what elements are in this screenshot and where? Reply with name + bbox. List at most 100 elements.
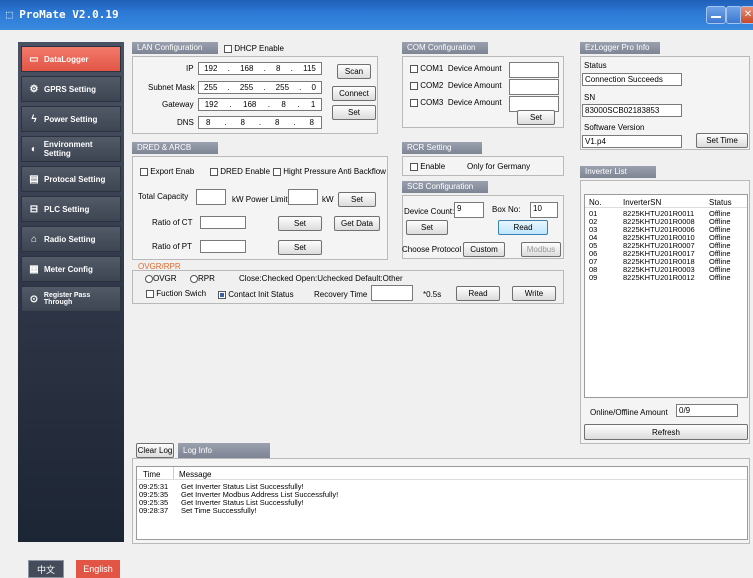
rcr-enable[interactable]: Enable	[410, 162, 445, 171]
gateway-field[interactable]: 192. 168. 8. 1	[198, 98, 322, 111]
ovgr-write-button[interactable]: Write	[512, 286, 556, 301]
ratio-pt-set-button[interactable]: Set	[278, 240, 322, 255]
table-row[interactable]: 08 8225KHTU201R0003 Offline	[585, 265, 747, 274]
contact-init-checkbox[interactable]	[218, 290, 226, 299]
sidebar-item-label: DataLogger	[44, 54, 89, 64]
table-row[interactable]: 04 8225KHTU201R0010 Offline	[585, 233, 747, 242]
get-data-button[interactable]: Get Data	[334, 216, 380, 231]
table-row[interactable]: 09 8225KHTU201R0012 Offline	[585, 273, 747, 282]
scan-button[interactable]: Scan	[337, 64, 371, 79]
box-no-label: Box No:	[492, 205, 521, 214]
fuction-swich-checkbox[interactable]	[146, 289, 154, 298]
log-cell: 09:28:37	[139, 506, 169, 515]
refresh-button[interactable]: Refresh	[584, 424, 748, 440]
clear-log-button[interactable]: Clear Log	[136, 443, 174, 458]
ovgr-radio[interactable]: OVGR	[145, 274, 177, 283]
environment-icon: ◐	[30, 143, 37, 155]
set-time-button[interactable]: Set Time	[696, 133, 748, 148]
status-label: Status	[584, 61, 607, 70]
recovery-time-label: Recovery Time	[314, 290, 368, 299]
sidebar-item-register-pass-through[interactable]: ⊙ Register Pass Through	[21, 286, 121, 312]
com1-row[interactable]: COM1 Device Amount	[410, 64, 502, 73]
power-limit-set-button[interactable]: Set	[338, 192, 376, 207]
sidebar-item-label: GPRS Setting	[44, 84, 97, 94]
table-row[interactable]: 05 8225KHTU201R0007 Offline	[585, 241, 747, 250]
inverter-col-sn: InverterSN	[623, 198, 662, 207]
total-capacity-label: Total Capacity	[138, 192, 189, 201]
log-info-tab[interactable]: Log Info	[178, 443, 270, 458]
ratio-ct-set-button[interactable]: Set	[278, 216, 322, 231]
lan-set-button[interactable]: Set	[332, 105, 376, 120]
ratio-ct-input[interactable]	[200, 216, 246, 229]
close-button[interactable]: ✕	[740, 6, 753, 24]
dhcp-checkbox[interactable]	[224, 44, 232, 53]
sidebar-item-plc-setting[interactable]: ⊟ PLC Setting	[21, 196, 121, 222]
ovgr-radio-circle[interactable]	[145, 274, 153, 283]
com3-checkbox[interactable]	[410, 98, 418, 107]
table-row[interactable]: 03 8225KHTU201R0006 Offline	[585, 225, 747, 234]
connect-button[interactable]: Connect	[332, 86, 376, 101]
sidebar-item-datalogger[interactable]: ▭ DataLogger	[21, 46, 121, 72]
dred-enable[interactable]: DRED Enable	[210, 167, 270, 176]
dns-label: DNS	[177, 118, 194, 127]
ovgr-read-button[interactable]: Read	[456, 286, 500, 301]
table-row[interactable]: 06 8225KHTU201R0017 Offline	[585, 249, 747, 258]
com-set-button[interactable]: Set	[517, 110, 555, 125]
device-amount-label: Device Amount	[447, 98, 502, 107]
log-table: Time Message 09:25:31 Get Inverter Status…	[136, 466, 748, 540]
contact-init-status[interactable]: Contact Init Status	[218, 290, 294, 299]
ip-field[interactable]: 192. 168. 8. 115	[198, 62, 322, 75]
export-enab[interactable]: Export Enab	[140, 167, 194, 176]
com2-checkbox[interactable]	[410, 81, 418, 90]
minimize-button[interactable]	[706, 6, 726, 24]
sidebar-item-label: Environment Setting	[43, 140, 93, 158]
recovery-time-input[interactable]	[371, 285, 413, 301]
log-row: 09:28:37 Set Time Successfully!	[137, 506, 747, 515]
rpr-radio-circle[interactable]	[190, 274, 198, 283]
sidebar-item-radio-setting[interactable]: ⌂ Radio Setting	[21, 226, 121, 252]
log-col-divider	[173, 467, 174, 479]
export-enab-checkbox[interactable]	[140, 167, 148, 176]
log-row: 09:25:35 Get Inverter Modbus Address List…	[137, 490, 747, 499]
device-count-label: Device Count:	[404, 207, 455, 216]
sidebar-item-power-setting[interactable]: ϟ Power Setting	[21, 106, 121, 132]
fuction-swich[interactable]: Fuction Swich	[146, 289, 206, 298]
com2-row[interactable]: COM2 Device Amount	[410, 81, 502, 90]
lang-chinese-button[interactable]: 中文	[28, 560, 64, 578]
rpr-radio[interactable]: RPR	[190, 274, 215, 283]
anti-backflow-checkbox[interactable]	[273, 167, 281, 176]
rcr-note: Only for Germany	[467, 162, 531, 171]
com3-row[interactable]: COM3 Device Amount	[410, 98, 502, 107]
com1-checkbox[interactable]	[410, 64, 418, 73]
dred-enable-checkbox[interactable]	[210, 167, 218, 176]
table-row[interactable]: 01 8225KHTU201R0011 Offline	[585, 209, 747, 218]
table-row[interactable]: 07 8225KHTU201R0018 Offline	[585, 257, 747, 266]
total-capacity-input[interactable]	[196, 189, 226, 205]
power-limit-input[interactable]	[288, 189, 318, 205]
rcr-enable-checkbox[interactable]	[410, 162, 418, 171]
scb-set-button[interactable]: Set	[406, 220, 448, 235]
sidebar-item-gprs-setting[interactable]: ⚙ GPRS Setting	[21, 76, 121, 102]
sidebar-item-label: Register Pass Through	[43, 292, 91, 306]
custom-protocol-button[interactable]: Custom	[463, 242, 505, 257]
sidebar-item-protocal-setting[interactable]: ▤ Protocal Setting	[21, 166, 121, 192]
sidebar-item-environment-setting[interactable]: ◐ Environment Setting	[21, 136, 121, 162]
ratio-pt-input[interactable]	[200, 240, 246, 253]
dhcp-enable[interactable]: DHCP Enable	[224, 44, 284, 53]
box-no-input[interactable]: 10	[530, 202, 558, 218]
modbus-protocol-button[interactable]: Modbus	[521, 242, 561, 257]
com1-amount-input[interactable]	[509, 62, 559, 78]
com2-amount-input[interactable]	[509, 79, 559, 95]
sidebar-item-meter-config[interactable]: ▦ Meter Config	[21, 256, 121, 282]
log-col-message: Message	[179, 470, 212, 479]
subnet-field[interactable]: 255. 255. 255. 0	[198, 81, 322, 94]
device-count-input[interactable]: 9	[454, 202, 484, 218]
scb-read-button[interactable]: Read	[498, 220, 548, 235]
com-label: COM1	[420, 64, 444, 73]
table-row[interactable]: 02 8225KHTU201R0008 Offline	[585, 217, 747, 226]
gear-icon: ⚙	[29, 83, 39, 95]
log-cell: Set Time Successfully!	[181, 506, 257, 515]
anti-backflow[interactable]: Hight Pressure Anti Backflow	[273, 167, 386, 176]
dns-field[interactable]: 8.8.8.8	[198, 116, 322, 129]
lang-english-button[interactable]: English	[76, 560, 120, 578]
